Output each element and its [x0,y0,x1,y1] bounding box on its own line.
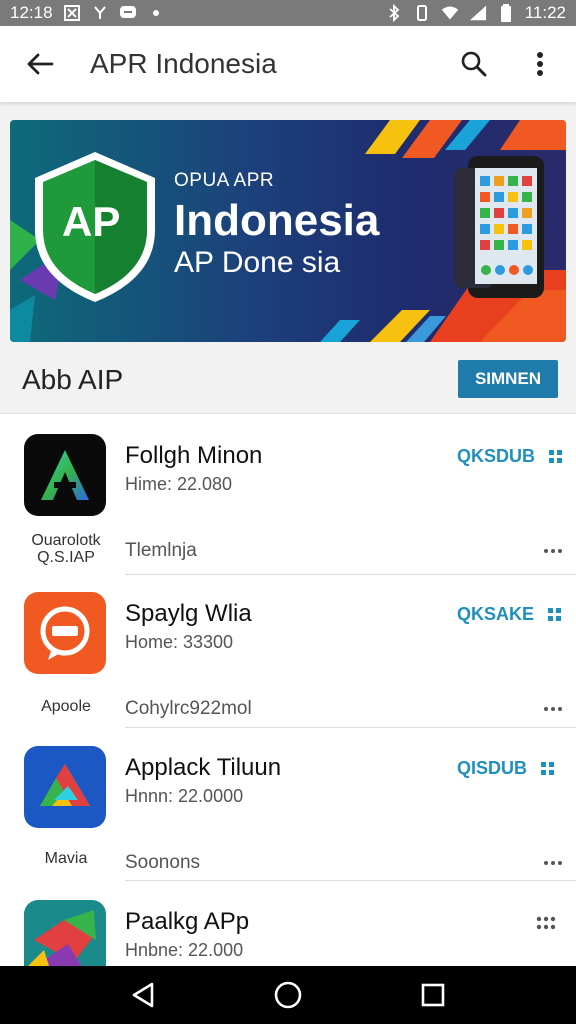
app-action-label: QISDUB [457,758,528,778]
letter-a-app-icon[interactable] [24,434,106,516]
more-horiz-icon[interactable] [540,544,566,558]
banner-subtitle: AP Done sia [174,246,341,279]
promo-banner[interactable]: AP OPUA APR Indonesia AP Done sia [10,120,566,342]
banner-kicker: OPUA APR [174,170,275,191]
section-title: Abb AIP [22,364,124,395]
colorful-shape-app-icon[interactable] [24,900,106,966]
app-note: Tlemlnja [125,540,197,561]
app-title: Applack Tiluun [125,754,282,781]
chat-bubble-app-icon[interactable] [24,592,106,674]
app-install-link[interactable]: QKSAKE [457,604,562,625]
app-subtitle: Hnnn: 22.0000 [125,786,244,806]
back-arrow-icon[interactable] [20,44,60,84]
app-subtitle: Hnbne: 22.000 [125,940,244,960]
more-horiz-icon[interactable] [540,702,566,716]
page-title: APR Indonesia [90,48,277,79]
list-item[interactable]: Paalkg APp Hnbne: 22.000 [0,880,576,966]
app-note: Soonons [125,852,201,873]
app-caption: Ouarolotk Q.S.IAP [31,532,101,566]
grid-dots-icon [541,761,555,775]
grid-dots-icon [548,607,562,621]
app-install-link[interactable]: QKSDUB [457,446,563,467]
nav-back-icon[interactable] [123,975,163,1015]
banner-area: AP OPUA APR Indonesia AP Done sia [0,102,576,354]
grid-menu-icon[interactable] [536,916,556,935]
signal-icon [469,4,487,22]
status-right: 11:22 [385,3,566,23]
app-action-label: QKSAKE [457,604,535,624]
status-bar: 12:18 11:22 [0,0,576,26]
shield-logo-text: AP [62,198,121,245]
dot-icon [147,4,165,22]
list-item[interactable]: Mavia Applack Tiluun Hnnn: 22.0000 Soono… [0,726,576,881]
app-title: Spaylg Wlia [125,600,252,627]
list-item[interactable]: Apoole Spaylg Wlia Home: 33300 Cohylrc92… [0,572,576,728]
battery-icon [497,4,515,22]
search-icon[interactable] [456,46,492,82]
triangle-app-icon[interactable] [24,746,106,828]
app-action-label: QKSDUB [457,446,536,466]
app-title: Follgh Minon [125,442,263,469]
app-caption: Mavia [44,850,88,867]
vibrate-icon [413,4,431,22]
banner-title: Indonesia [174,196,380,245]
list-item[interactable]: Ouarolotk Q.S.IAP Follgh Minon Hime: 22.… [0,414,576,575]
section-action-button[interactable]: SIMNEN [458,360,558,398]
app-title: Paalkg APp [125,908,250,935]
nav-recents-icon[interactable] [413,975,453,1015]
close-box-icon [63,4,81,22]
more-horiz-icon[interactable] [540,856,566,870]
app-bar: APR Indonesia [0,26,576,102]
wrench-icon [91,4,109,22]
wifi-icon [441,4,459,22]
app-install-link[interactable]: QISDUB [457,758,555,779]
status-time-right: 11:22 [524,3,566,22]
status-left: 12:18 [10,3,165,23]
bluetooth-icon [385,4,403,22]
app-bar-actions [456,46,558,82]
section-header: Abb AIP SIMNEN [0,354,576,414]
chat-icon [119,4,137,22]
status-time-left: 12:18 [10,3,53,22]
app-list: Ouarolotk Q.S.IAP Follgh Minon Hime: 22.… [0,414,576,966]
app-note: Cohylrc922mol [125,698,252,719]
app-subtitle: Hime: 22.080 [125,474,233,494]
more-vert-icon[interactable] [522,46,558,82]
system-nav-bar [0,966,576,1024]
app-caption: Apoole [41,698,91,715]
app-subtitle: Home: 33300 [125,632,234,652]
nav-home-icon[interactable] [268,975,308,1015]
grid-dots-icon [549,449,563,463]
